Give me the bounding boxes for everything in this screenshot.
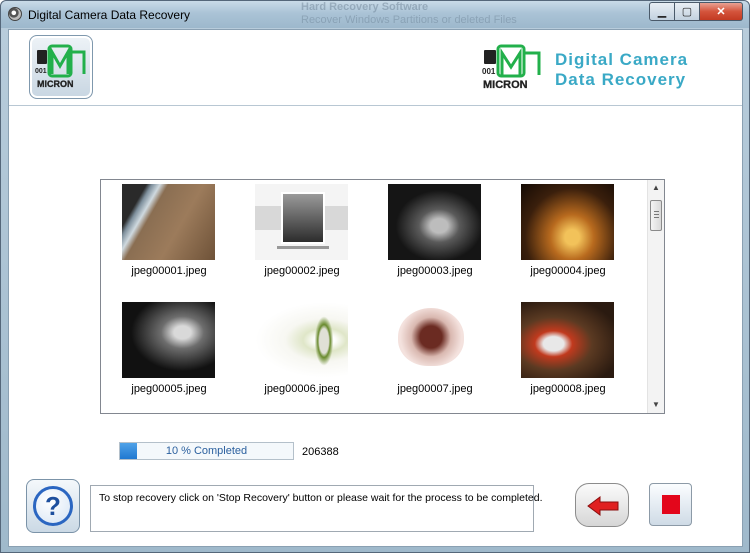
recovered-files-list[interactable]: jpeg00001.jpeg jpeg00002.jpeg jpeg00003.… [100,179,665,414]
vertical-scrollbar[interactable]: ▲ ▼ [647,180,664,413]
thumbnail-image [388,302,481,378]
recovery-progress-bar: 10 % Completed [119,442,294,460]
thumbnail-image [255,184,348,260]
background-window-title: Hard Recovery Software [301,1,429,13]
help-button[interactable]: ? [26,479,80,533]
status-message-box: To stop recovery click on 'Stop Recovery… [90,485,542,532]
stop-icon [662,495,680,514]
thumbnail-label: jpeg00006.jpeg [264,383,340,395]
svg-text:001: 001 [482,67,496,76]
thumbnail-label: jpeg00004.jpeg [530,265,606,277]
svg-text:MICRON: MICRON [483,79,528,90]
scroll-down-arrow-icon[interactable]: ▼ [648,397,664,413]
camera-app-icon[interactable] [8,7,22,21]
thumbnail-label: jpeg00005.jpeg [131,383,207,395]
thumbnail-image [388,184,481,260]
list-item[interactable]: jpeg00001.jpeg [107,182,227,282]
minimize-button[interactable]: ▁ [649,2,675,21]
micron-logo-button[interactable]: 001 MICRON [29,35,93,99]
app-window: Digital Camera Data Recovery Hard Recove… [0,0,750,553]
list-item[interactable]: jpeg00004.jpeg [506,182,626,282]
thumbnail-label: jpeg00008.jpeg [530,383,606,395]
back-arrow-icon [587,496,619,516]
client-area: 001 MICRON 001 MICRON Digital Camera Dat… [8,29,743,547]
caption-buttons: ▁ ▢ ✕ [649,2,743,21]
brand-title-line1: Digital Camera [555,50,689,69]
thumbnail-label: jpeg00001.jpeg [131,265,207,277]
window-title: Digital Camera Data Recovery [28,8,191,22]
scrollbar-thumb[interactable] [650,200,662,231]
header-banner: 001 MICRON 001 MICRON Digital Camera Dat… [9,30,742,106]
thumbnail-image [122,302,215,378]
list-item[interactable]: jpeg00008.jpeg [506,300,626,400]
micron-brand-logo-icon: 001 MICRON [482,44,541,90]
list-item[interactable]: jpeg00005.jpeg [107,300,227,400]
micron-logo-icon: 001 MICRON [35,44,86,89]
thumbnail-label: jpeg00002.jpeg [264,265,340,277]
list-item[interactable]: jpeg00006.jpeg [240,300,360,400]
help-question-icon: ? [33,486,73,526]
thumbnail-label: jpeg00003.jpeg [397,265,473,277]
maximize-button[interactable]: ▢ [675,2,700,21]
thumbnail-image [122,184,215,260]
title-bar[interactable]: Digital Camera Data Recovery Hard Recove… [1,1,749,28]
brand-title-line2: Data Recovery [555,70,687,89]
thumbnail-image [521,302,614,378]
svg-text:001: 001 [35,68,47,75]
thumbnail-image [255,302,348,378]
thumbnail-image [521,184,614,260]
scroll-up-arrow-icon[interactable]: ▲ [648,180,664,196]
close-button[interactable]: ✕ [700,2,743,21]
progress-count: 206388 [302,446,339,458]
progress-text: 10 % Completed [165,445,248,457]
thumbnail-label: jpeg00007.jpeg [397,383,473,395]
svg-text:MICRON: MICRON [37,79,74,89]
list-item[interactable]: jpeg00002.jpeg [240,182,360,282]
status-message: To stop recovery click on 'Stop Recovery… [99,492,543,504]
stop-recovery-button[interactable] [649,483,692,526]
background-window-subtitle: Recover Windows Partitions or deleted Fi… [301,14,517,26]
list-item[interactable]: jpeg00007.jpeg [373,300,493,400]
back-button[interactable] [575,483,629,527]
list-item[interactable]: jpeg00003.jpeg [373,182,493,282]
